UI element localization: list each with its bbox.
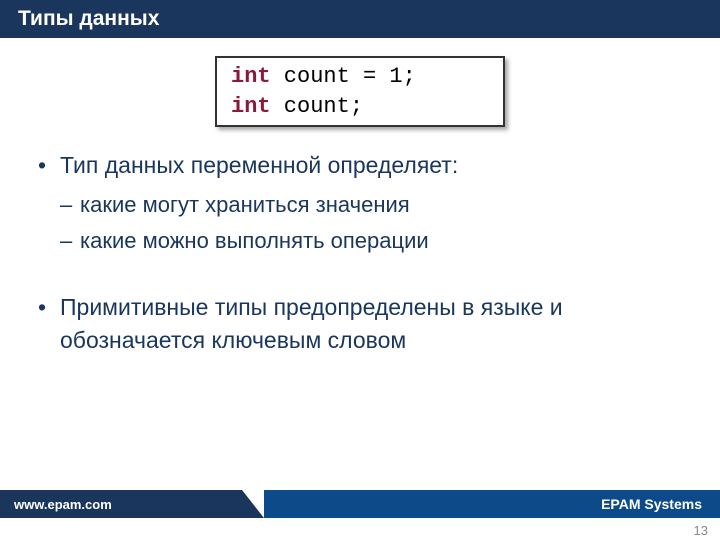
bullet-list: Тип данных переменной определяет: какие … xyxy=(38,149,682,357)
list-item: Примитивные типы предопределены в языке … xyxy=(38,291,682,358)
list-item: какие могут храниться значения xyxy=(60,189,682,221)
bullet-text: какие можно выполнять операции xyxy=(80,228,429,253)
bullet-text: Тип данных переменной определяет: xyxy=(60,152,458,178)
footer-divider-triangle xyxy=(242,490,264,518)
code-example-box: int count = 1; int count; xyxy=(215,56,505,127)
code-rest-2: count; xyxy=(271,94,363,119)
slide-title: Типы данных xyxy=(18,7,159,30)
code-rest-1: count = 1; xyxy=(271,64,416,89)
keyword-int: int xyxy=(231,94,271,119)
footer-left: www.epam.com xyxy=(0,490,242,518)
code-line-2: int count; xyxy=(231,92,489,122)
bullet-text: Примитивные типы предопределены в языке … xyxy=(60,294,563,353)
sub-bullet-list: какие могут храниться значения какие мож… xyxy=(60,189,682,257)
list-item: Тип данных переменной определяет: какие … xyxy=(38,149,682,256)
page-number: 13 xyxy=(694,523,708,538)
slide-title-bar: Типы данных xyxy=(0,0,720,38)
code-line-1: int count = 1; xyxy=(231,62,489,92)
footer-right: EPAM Systems xyxy=(264,490,720,518)
footer-company: EPAM Systems xyxy=(601,496,702,512)
footer-bar: www.epam.com EPAM Systems xyxy=(0,490,720,518)
bullet-text: какие могут храниться значения xyxy=(80,192,410,217)
keyword-int: int xyxy=(231,64,271,89)
list-item: какие можно выполнять операции xyxy=(60,225,682,257)
footer-url: www.epam.com xyxy=(14,497,112,512)
slide-body: Тип данных переменной определяет: какие … xyxy=(0,127,720,357)
